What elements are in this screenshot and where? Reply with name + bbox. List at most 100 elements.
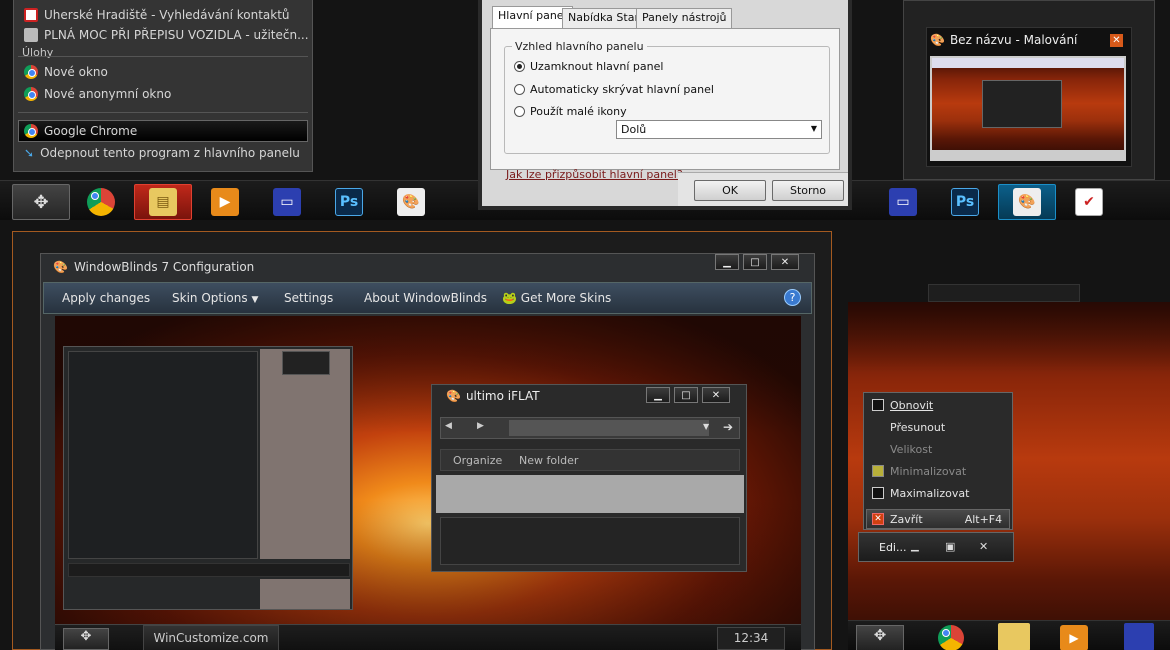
new-folder-button[interactable]: New folder	[519, 454, 578, 467]
close-icon[interactable]: ✕	[979, 540, 993, 553]
minimize-button[interactable]: ▁	[646, 387, 670, 403]
menu-settings[interactable]: Settings	[284, 291, 333, 309]
back-icon[interactable]: ◀	[445, 421, 452, 431]
menu-about[interactable]: About WindowBlinds	[364, 291, 487, 309]
jump-app-chrome[interactable]: Google Chrome	[24, 121, 137, 141]
close-button[interactable]: ✕	[771, 254, 799, 270]
option-small-icons[interactable]: Použít malé ikony	[514, 105, 627, 118]
thumbnail-window	[982, 80, 1062, 128]
option-label: Uzamknout hlavní panel	[530, 60, 664, 73]
preview-scrollbar[interactable]	[68, 563, 350, 577]
radio-icon	[514, 61, 525, 72]
close-button[interactable]: ✕	[702, 387, 730, 403]
frog-icon: 🐸	[502, 291, 517, 305]
option-label: Použít malé ikony	[530, 105, 627, 118]
tasks-header: Úlohy	[22, 46, 54, 59]
forward-icon[interactable]: ▶	[477, 421, 484, 431]
menu-skin-options[interactable]: Skin Options ▼	[172, 291, 258, 309]
tab-taskbar[interactable]: Hlavní panel	[492, 6, 573, 28]
explorer-icon: ▤	[149, 188, 177, 216]
radio-icon	[514, 84, 525, 95]
explorer-icon[interactable]	[998, 623, 1030, 650]
taskbar-paint[interactable]: 🎨	[382, 184, 440, 220]
paint-thumbnail-popup[interactable]: 🎨 Bez názvu - Malování ✕	[903, 0, 1155, 180]
wb-menubar: Apply changes Skin Options ▼ Settings Ab…	[43, 282, 812, 314]
chrome-icon	[87, 188, 115, 216]
maximize-icon[interactable]: ▣	[945, 540, 959, 553]
menu-shortcut: Alt+F4	[964, 512, 1003, 526]
help-icon[interactable]: ?	[784, 289, 801, 306]
ok-button[interactable]: OK	[694, 180, 766, 201]
save-icon[interactable]	[1124, 623, 1154, 650]
divider	[18, 112, 308, 113]
taskbar-chrome[interactable]	[938, 625, 964, 650]
minimize-icon[interactable]: ▁	[911, 541, 925, 553]
window-title-text: WindowBlinds 7 Configuration	[73, 260, 255, 274]
chevron-down-icon[interactable]: ▼	[703, 422, 709, 431]
close-icon[interactable]: ✕	[1110, 34, 1123, 47]
thumbnail-image	[930, 56, 1126, 161]
option-autohide[interactable]: Automaticky skrývat hlavní panel	[514, 83, 714, 96]
address-input[interactable]	[509, 420, 709, 436]
photoshop-icon: Ps	[335, 188, 363, 216]
taskbar-chrome[interactable]	[72, 184, 130, 220]
bottom-right-taskbar: ✥ ▶	[848, 620, 1170, 650]
chevron-down-icon: ▼	[810, 124, 817, 133]
taskbar-paint-2[interactable]: 🎨	[998, 184, 1056, 220]
task-new-incognito[interactable]: Nové anonymní okno	[24, 84, 171, 104]
tasks-icon: ✔	[1075, 188, 1103, 216]
organize-button[interactable]: Organize	[453, 454, 502, 467]
taskbar-tasks[interactable]: ✔	[1060, 184, 1118, 220]
address-bar: ◀ ▶ ▼ ➔	[440, 417, 740, 439]
menu-close[interactable]: ✕ Zavřít Alt+F4	[872, 509, 1012, 529]
thumbnail-mini: Edi... ▁ ▣ ✕	[858, 532, 1014, 562]
task-label: Nové okno	[44, 65, 108, 79]
command-bar: Organize New folder	[440, 449, 740, 471]
option-lock[interactable]: Uzamknout hlavní panel	[514, 60, 663, 73]
window-title: 🎨 WindowBlinds 7 Configuration	[53, 260, 254, 274]
menu-label: Zavřít	[890, 512, 923, 526]
taskbar-media[interactable]: ▶	[196, 184, 254, 220]
preview-side	[260, 349, 350, 559]
menu-move[interactable]: Přesunout	[890, 417, 1030, 437]
paint-icon: 🎨	[930, 33, 945, 47]
app-label: Google Chrome	[44, 124, 138, 138]
start-icon[interactable]: ✥	[63, 628, 109, 650]
taskbar-item-wincustomize[interactable]: WinCustomize.com	[143, 625, 279, 650]
ultimo-title-text: ultimo iFLAT	[465, 389, 540, 403]
reflection-strip	[928, 284, 1080, 302]
taskbar-photoshop-2[interactable]: Ps	[936, 184, 994, 220]
menu-maximize[interactable]: Maximalizovat	[872, 483, 1012, 503]
go-arrow-icon[interactable]: ➔	[723, 420, 733, 434]
menu-restore[interactable]: Obnovit	[872, 395, 1012, 415]
taskbar-explorer[interactable]: ▤	[134, 184, 192, 220]
menu-apply[interactable]: Apply changes	[62, 291, 150, 309]
help-link[interactable]: Jak lze přizpůsobit hlavní panel?	[506, 168, 683, 181]
jump-unpin[interactable]: ➘ Odepnout tento program z hlavního pane…	[24, 143, 300, 163]
jump-item-recent-2[interactable]: PLNÁ MOC PŘI PŘEPISU VOZIDLA - užitečn..…	[24, 25, 309, 45]
maximize-button[interactable]: □	[743, 254, 767, 270]
photoshop-icon: Ps	[951, 188, 979, 216]
menu-label: Get More Skins	[520, 291, 612, 305]
content-highlight	[436, 475, 744, 513]
task-new-window[interactable]: Nové okno	[24, 62, 108, 82]
thumbnail-ribbon	[932, 58, 1124, 68]
group-label: Vzhled hlavního panelu	[512, 40, 647, 53]
jump-item-label: Uherské Hradiště - Vyhledávání kontaktů	[44, 8, 290, 22]
media-player-icon[interactable]: ▶	[1060, 625, 1088, 650]
taskbar-save-2[interactable]: ▭	[874, 184, 932, 220]
start-icon[interactable]: ✥	[856, 625, 904, 650]
start-button[interactable]: ✥	[12, 184, 70, 220]
taskbar-save[interactable]: ▭	[258, 184, 316, 220]
taskbar-photoshop[interactable]: Ps	[320, 184, 378, 220]
maximize-button[interactable]: □	[674, 387, 698, 403]
start-icon: ✥	[33, 191, 49, 213]
minimize-button[interactable]: ▁	[715, 254, 739, 270]
position-select[interactable]: Dolů ▼	[616, 120, 822, 139]
menu-label: Skin Options	[172, 291, 248, 305]
pin-icon: ➘	[24, 146, 35, 160]
menu-get-skins[interactable]: 🐸 Get More Skins	[502, 291, 611, 309]
tab-toolbars[interactable]: Panely nástrojů	[636, 8, 733, 28]
cancel-button[interactable]: Storno	[772, 180, 844, 201]
jump-item-recent-1[interactable]: Uherské Hradiště - Vyhledávání kontaktů	[24, 5, 290, 25]
